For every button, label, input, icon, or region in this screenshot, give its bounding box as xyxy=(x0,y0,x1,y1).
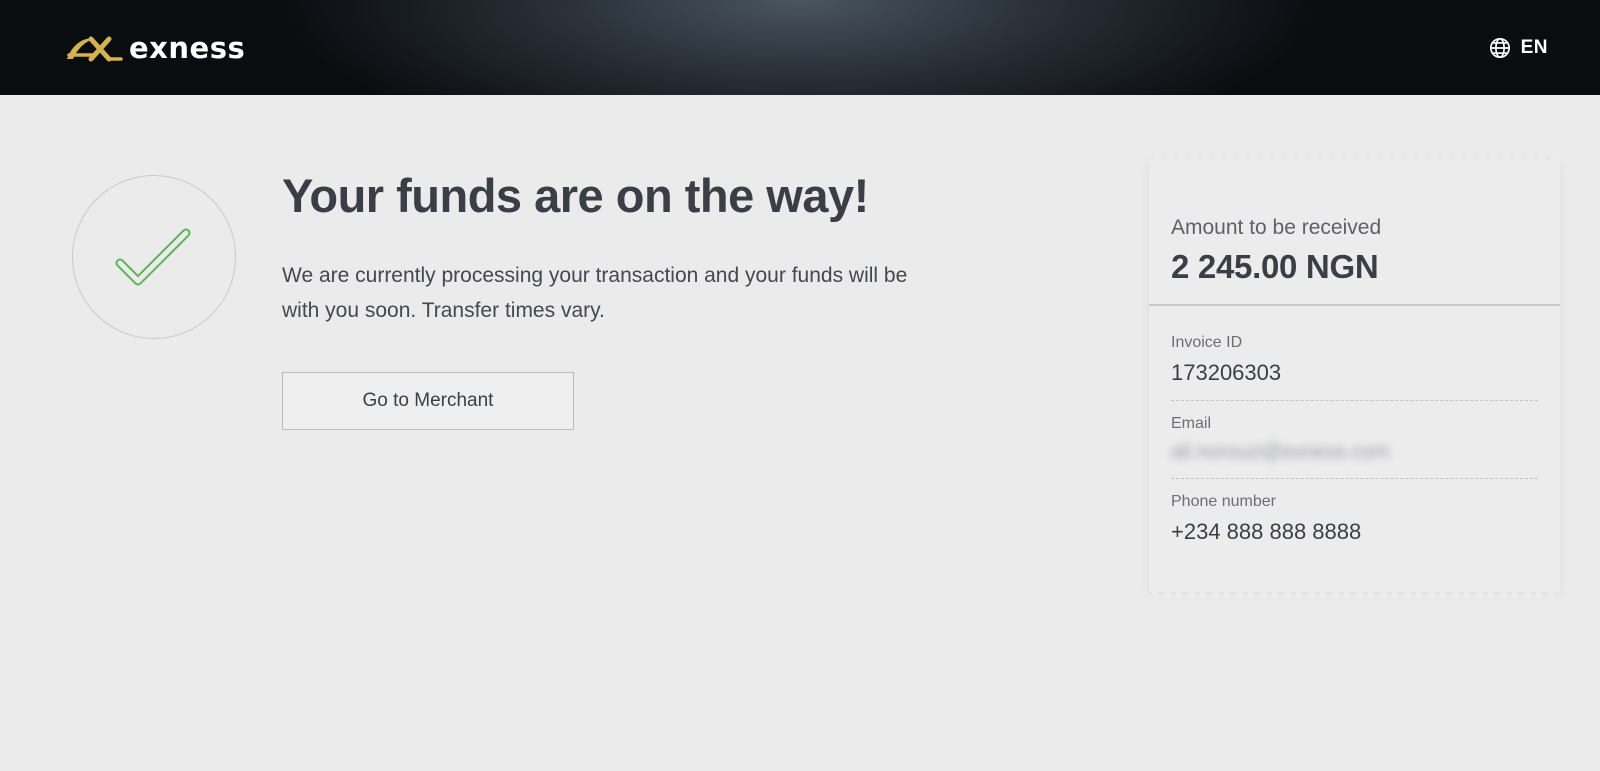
language-selector[interactable]: EN xyxy=(1489,37,1548,59)
check-icon xyxy=(115,228,191,286)
status-description: We are currently processing your transac… xyxy=(282,264,908,322)
go-to-merchant-button[interactable]: Go to Merchant xyxy=(282,372,574,430)
amount-section: Amount to be received 2 245.00 NGN xyxy=(1149,160,1560,306)
page-title: Your funds are on the way! xyxy=(282,169,869,222)
amount-value: 2 245.00 NGN xyxy=(1171,248,1379,285)
invoice-id-value: 173206303 xyxy=(1171,360,1282,385)
globe-icon xyxy=(1489,37,1510,58)
exness-logo-mark-icon xyxy=(67,36,123,61)
brand-name: exness xyxy=(129,30,246,65)
phone-number-value: +234 888 888 8888 xyxy=(1171,519,1362,544)
field-label: Phone number xyxy=(1171,493,1276,510)
field-label: Email xyxy=(1171,415,1212,432)
status-panel: Your funds are on the way! We are curren… xyxy=(282,168,1002,430)
success-badge xyxy=(72,175,236,339)
email-value: ali.norouzi@exness.com xyxy=(1171,441,1390,463)
phone-number-field: Phone number +234 888 888 8888 xyxy=(1171,479,1538,559)
amount-label: Amount to be received xyxy=(1171,216,1382,239)
receipt-details: Invoice ID 173206303 Email ali.norouzi@e… xyxy=(1149,306,1560,559)
top-header: exness EN xyxy=(0,0,1600,95)
invoice-id-field: Invoice ID 173206303 xyxy=(1171,306,1538,401)
brand-logo[interactable]: exness xyxy=(63,31,245,65)
receipt-card: Amount to be received 2 245.00 NGN Invoi… xyxy=(1149,154,1560,592)
email-field: Email ali.norouzi@exness.com xyxy=(1171,401,1538,479)
language-label: EN xyxy=(1520,36,1548,58)
field-label: Invoice ID xyxy=(1171,334,1243,351)
